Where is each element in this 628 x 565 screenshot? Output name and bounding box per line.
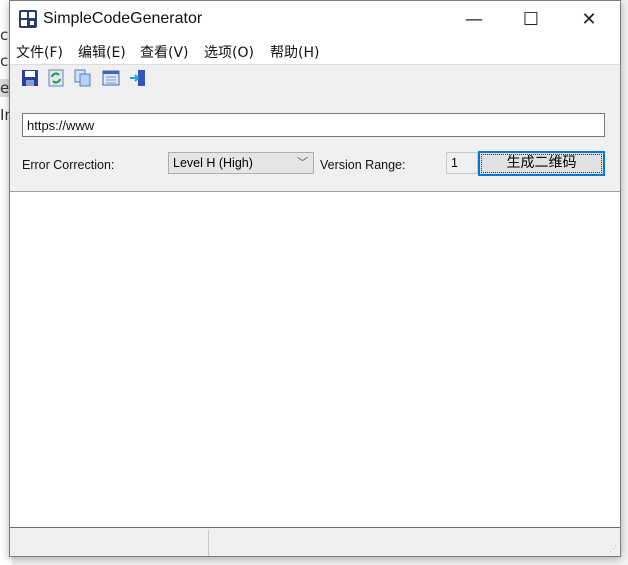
exit-icon[interactable] bbox=[129, 69, 147, 87]
bg-text: c bbox=[0, 52, 9, 70]
refresh-icon[interactable] bbox=[47, 69, 65, 87]
menu-view[interactable]: 查看(V) bbox=[140, 42, 189, 62]
version-range-label: Version Range: bbox=[320, 158, 406, 172]
error-correction-label: Error Correction: bbox=[22, 158, 115, 172]
menu-edit[interactable]: 编辑(E) bbox=[78, 42, 126, 62]
qr-display-area bbox=[10, 191, 620, 528]
version-input[interactable]: 1 bbox=[446, 152, 478, 174]
error-correction-value: Level H (High) bbox=[173, 156, 253, 170]
error-correction-select[interactable]: Level H (High) ﹀ bbox=[168, 152, 314, 174]
close-button[interactable]: ✕ bbox=[560, 1, 618, 39]
maximize-button[interactable]: ☐ bbox=[502, 1, 560, 39]
bg-text: e bbox=[0, 79, 10, 97]
bg-text: c bbox=[0, 26, 9, 44]
app-window: SimpleCodeGenerator — ☐ ✕ 文件(F) 编辑(E) 查看… bbox=[9, 0, 621, 557]
chevron-down-icon: ﹀ bbox=[297, 157, 308, 169]
menu-bar: 文件(F) 编辑(E) 查看(V) 选项(O) 帮助(H) bbox=[10, 39, 620, 65]
status-divider bbox=[208, 530, 209, 556]
qr-app-icon bbox=[19, 10, 37, 28]
resize-grip-icon[interactable]: ⋰ bbox=[609, 544, 617, 553]
window-icon[interactable] bbox=[102, 69, 120, 87]
generate-qr-button[interactable]: 生成二维码 bbox=[478, 151, 605, 176]
save-icon[interactable] bbox=[21, 69, 39, 87]
status-bar: ⋰ bbox=[10, 528, 620, 556]
menu-options[interactable]: 选项(O) bbox=[204, 42, 254, 62]
toolbar bbox=[10, 65, 620, 93]
minimize-button[interactable]: — bbox=[445, 1, 503, 39]
menu-file[interactable]: 文件(F) bbox=[16, 42, 63, 62]
menu-help[interactable]: 帮助(H) bbox=[270, 42, 319, 62]
copy-icon[interactable] bbox=[74, 69, 92, 87]
window-title: SimpleCodeGenerator bbox=[43, 10, 203, 27]
url-input[interactable]: https://www bbox=[22, 113, 605, 137]
title-bar[interactable]: SimpleCodeGenerator — ☐ ✕ bbox=[10, 1, 620, 39]
